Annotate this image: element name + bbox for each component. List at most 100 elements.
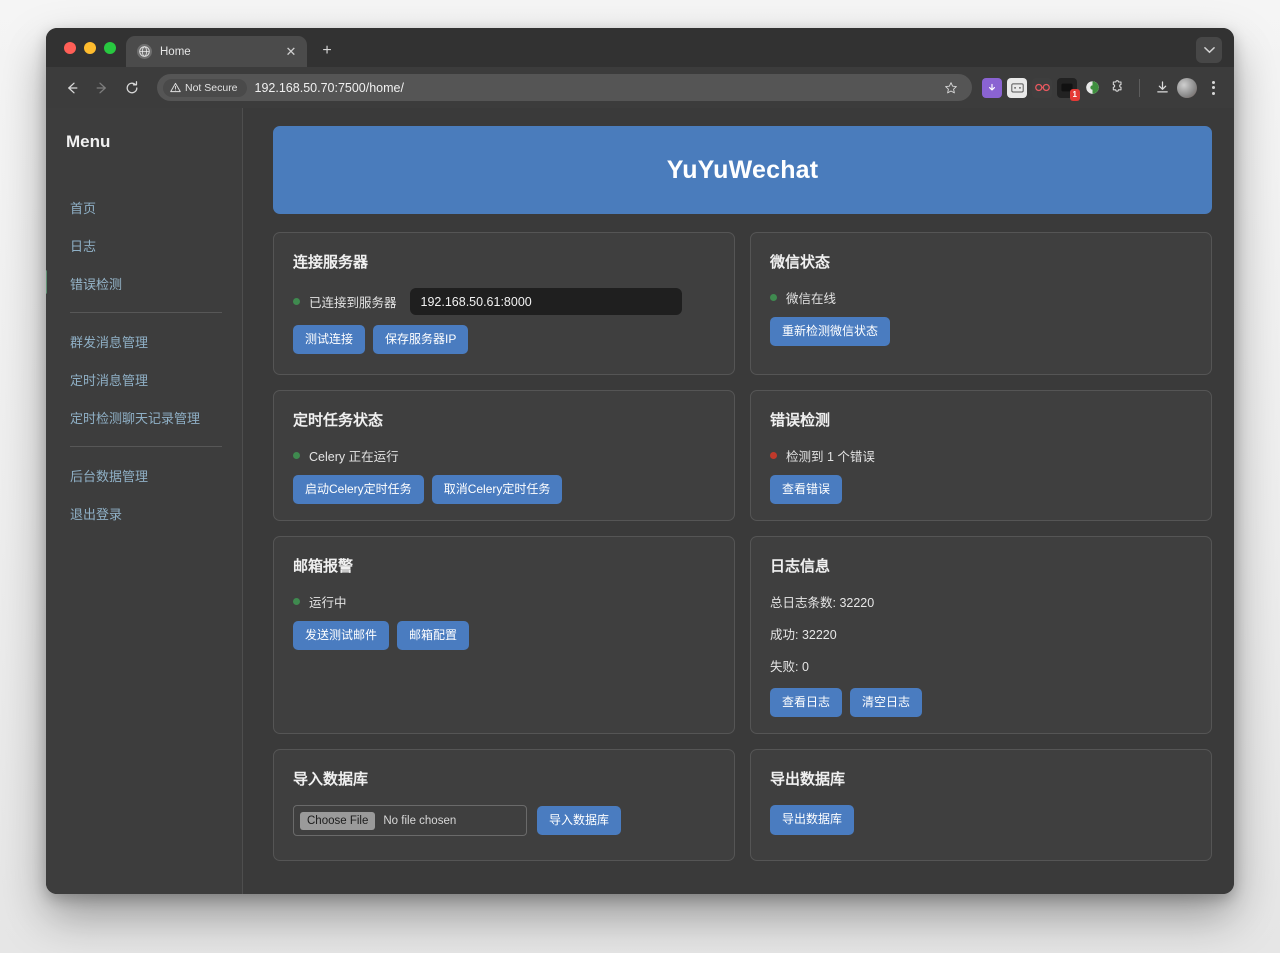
- minimize-window-button[interactable]: [84, 42, 96, 54]
- view-logs-button[interactable]: 查看日志: [770, 688, 842, 717]
- email-alert-buttons: 发送测试邮件 邮箱配置: [293, 621, 715, 650]
- sidebar-item-error-detection[interactable]: 错误检测: [46, 264, 242, 302]
- status-dot-red-icon: [770, 452, 777, 459]
- card-error-detection: 错误检测 检测到 1 个错误 查看错误: [750, 390, 1212, 521]
- status-dot-green-icon: [293, 452, 300, 459]
- import-database-row: Choose File No file chosen 导入数据库: [293, 805, 715, 836]
- card-title-error-detection: 错误检测: [770, 409, 1192, 430]
- chevron-down-icon[interactable]: [1196, 37, 1222, 63]
- card-title-export-database: 导出数据库: [770, 768, 1192, 789]
- three-dot-menu-icon[interactable]: [1202, 77, 1224, 99]
- red-glasses-extension-icon[interactable]: [1032, 78, 1052, 98]
- export-database-buttons: 导出数据库: [770, 805, 1192, 834]
- server-ip-input[interactable]: [410, 288, 682, 315]
- card-scheduled-task: 定时任务状态 Celery 正在运行 启动Celery定时任务 取消Celery…: [273, 390, 735, 521]
- close-icon[interactable]: ✕: [283, 44, 299, 60]
- star-icon[interactable]: [940, 77, 962, 99]
- card-email-alert: 邮箱报警 运行中 发送测试邮件 邮箱配置: [273, 536, 735, 734]
- log-total-count: 总日志条数: 32220: [770, 592, 1192, 611]
- reload-icon[interactable]: [118, 74, 146, 102]
- arrow-left-icon[interactable]: [58, 74, 86, 102]
- address-bar[interactable]: Not Secure 192.168.50.70:7500/home/: [157, 74, 972, 101]
- sidebar-nav-group-2: 群发消息管理 定时消息管理 定时检测聊天记录管理: [46, 322, 242, 436]
- wechat-status-row: 微信在线: [770, 288, 1192, 307]
- main-content: YuYuWechat 连接服务器 已连接到服务器 测试连接 保存服务器IP: [243, 108, 1234, 894]
- wechat-status-text: 微信在线: [786, 288, 836, 307]
- connect-server-status-row: 已连接到服务器: [293, 288, 715, 315]
- maximize-window-button[interactable]: [104, 42, 116, 54]
- chosen-file-name: No file chosen: [383, 815, 456, 827]
- url-text: 192.168.50.70:7500/home/: [255, 81, 932, 95]
- sidebar: Menu 首页 日志 错误检测 群发消息管理 定时消息管理 定时检测聊天记录管理…: [46, 108, 243, 894]
- card-wechat-status: 微信状态 微信在线 重新检测微信状态: [750, 232, 1212, 375]
- page-title: YuYuWechat: [667, 156, 819, 185]
- database-file-input[interactable]: Choose File No file chosen: [293, 805, 527, 836]
- email-alert-status-text: 运行中: [309, 592, 347, 611]
- log-success-count: 成功: 32220: [770, 624, 1192, 643]
- card-title-wechat-status: 微信状态: [770, 251, 1192, 272]
- log-info-buttons: 查看日志 清空日志: [770, 688, 1192, 717]
- wechat-status-buttons: 重新检测微信状态: [770, 317, 1192, 346]
- security-status-label: Not Secure: [185, 82, 238, 94]
- error-detection-status-row: 检测到 1 个错误: [770, 446, 1192, 465]
- plus-icon[interactable]: +: [314, 38, 340, 64]
- sidebar-nav-group-3: 后台数据管理 退出登录: [46, 456, 242, 532]
- card-export-database: 导出数据库 导出数据库: [750, 749, 1212, 861]
- security-status-badge[interactable]: Not Secure: [163, 79, 247, 97]
- app-banner: YuYuWechat: [273, 126, 1212, 214]
- avatar[interactable]: [1177, 78, 1197, 98]
- connect-server-status-text: 已连接到服务器: [309, 292, 397, 311]
- status-dot-green-icon: [770, 294, 777, 301]
- globe-icon: [137, 44, 152, 59]
- sidebar-item-scheduled-chat-log[interactable]: 定时检测聊天记录管理: [46, 398, 242, 436]
- extension-badge-count: 1: [1070, 89, 1080, 101]
- start-celery-button[interactable]: 启动Celery定时任务: [293, 475, 424, 504]
- view-errors-button[interactable]: 查看错误: [770, 475, 842, 504]
- test-connection-button[interactable]: 测试连接: [293, 325, 365, 354]
- sidebar-item-scheduled-message[interactable]: 定时消息管理: [46, 360, 242, 398]
- extension-icons: 1: [982, 77, 1224, 99]
- sidebar-item-logs[interactable]: 日志: [46, 226, 242, 264]
- scheduled-task-buttons: 启动Celery定时任务 取消Celery定时任务: [293, 475, 715, 504]
- connect-server-buttons: 测试连接 保存服务器IP: [293, 325, 715, 354]
- scheduled-task-status-text: Celery 正在运行: [309, 446, 399, 465]
- browser-toolbar: Not Secure 192.168.50.70:7500/home/ 1: [46, 67, 1234, 108]
- scheduled-task-status-row: Celery 正在运行: [293, 446, 715, 465]
- puzzle-piece-icon[interactable]: [1107, 78, 1127, 98]
- export-database-button[interactable]: 导出数据库: [770, 805, 854, 834]
- sidebar-item-backend-data[interactable]: 后台数据管理: [46, 456, 242, 494]
- dark-extension-icon[interactable]: 1: [1057, 78, 1077, 98]
- send-test-email-button[interactable]: 发送测试邮件: [293, 621, 389, 650]
- sidebar-nav-group-1: 首页 日志 错误检测: [46, 188, 242, 302]
- download-icon[interactable]: [1152, 78, 1172, 98]
- card-log-info: 日志信息 总日志条数: 32220 成功: 32220 失败: 0 查看日志 清…: [750, 536, 1212, 734]
- close-window-button[interactable]: [64, 42, 76, 54]
- browser-tab[interactable]: Home ✕: [126, 36, 307, 67]
- sidebar-item-broadcast-message[interactable]: 群发消息管理: [46, 322, 242, 360]
- download-manager-extension-icon[interactable]: [982, 78, 1002, 98]
- save-server-ip-button[interactable]: 保存服务器IP: [373, 325, 468, 354]
- log-failed-count: 失败: 0: [770, 656, 1192, 675]
- clear-logs-button[interactable]: 清空日志: [850, 688, 922, 717]
- sidebar-item-logout[interactable]: 退出登录: [46, 494, 242, 532]
- tab-strip: Home ✕ +: [46, 28, 1234, 67]
- card-title-log-info: 日志信息: [770, 555, 1192, 576]
- white-box-extension-icon[interactable]: [1007, 78, 1027, 98]
- window-controls: [58, 28, 126, 67]
- arrow-right-icon[interactable]: [88, 74, 116, 102]
- card-title-scheduled-task: 定时任务状态: [293, 409, 715, 430]
- email-config-button[interactable]: 邮箱配置: [397, 621, 469, 650]
- card-import-database: 导入数据库 Choose File No file chosen 导入数据库: [273, 749, 735, 861]
- choose-file-button[interactable]: Choose File: [300, 812, 375, 830]
- page-viewport: Menu 首页 日志 错误检测 群发消息管理 定时消息管理 定时检测聊天记录管理…: [46, 108, 1234, 894]
- sidebar-divider-1: [70, 312, 222, 313]
- status-dot-green-icon: [293, 298, 300, 305]
- card-connect-server: 连接服务器 已连接到服务器 测试连接 保存服务器IP: [273, 232, 735, 375]
- green-sphere-extension-icon[interactable]: [1082, 78, 1102, 98]
- card-title-import-database: 导入数据库: [293, 768, 715, 789]
- import-database-button[interactable]: 导入数据库: [537, 806, 621, 835]
- cancel-celery-button[interactable]: 取消Celery定时任务: [432, 475, 563, 504]
- tab-title: Home: [160, 46, 275, 58]
- sidebar-item-home[interactable]: 首页: [46, 188, 242, 226]
- recheck-wechat-status-button[interactable]: 重新检测微信状态: [770, 317, 890, 346]
